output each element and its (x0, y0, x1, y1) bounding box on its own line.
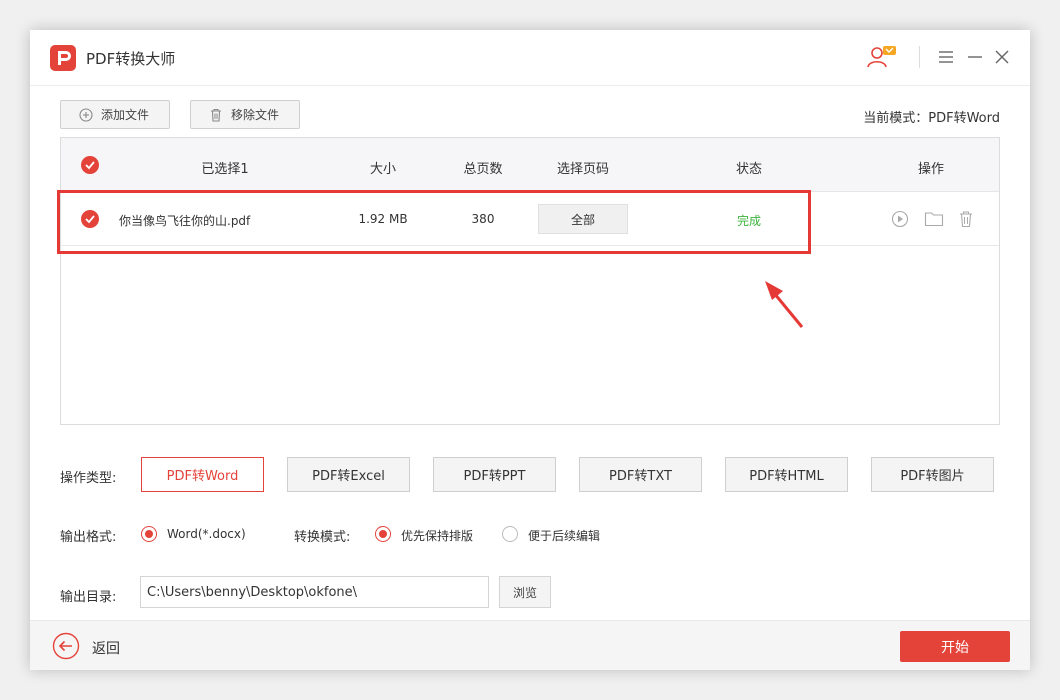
type-pdf-to-word-button[interactable]: PDF转Word (141, 457, 264, 492)
header-page-select: 选择页码 (556, 162, 610, 177)
app-title: PDF转换大师 (86, 50, 176, 68)
close-icon[interactable] (995, 50, 1009, 68)
header-pages: 总页数 (463, 162, 503, 177)
trash-icon[interactable] (958, 210, 974, 232)
remove-file-label: 移除文件 (231, 108, 280, 122)
output-dir-input[interactable] (140, 576, 489, 608)
play-icon[interactable] (891, 210, 909, 232)
format-docx-radio[interactable] (141, 526, 157, 542)
table-header: 已选择1 大小 总页数 选择页码 状态 操作 (61, 138, 999, 192)
type-pdf-to-txt-button[interactable]: PDF转TXT (579, 457, 702, 492)
remove-file-button[interactable]: 移除文件 (190, 100, 300, 129)
user-badge-icon[interactable] (864, 43, 900, 75)
header-status: 状态 (735, 162, 763, 177)
file-table: 已选择1 大小 总页数 选择页码 状态 操作 你当像鸟飞往你的山.pdf 1.9… (60, 137, 1000, 425)
convert-mode-label: 转换模式: (294, 530, 351, 545)
header-actions: 操作 (917, 162, 945, 177)
add-file-label: 添加文件 (101, 108, 150, 122)
add-file-button[interactable]: 添加文件 (60, 100, 170, 129)
titlebar: PDF转换大师 (30, 30, 1030, 86)
output-dir-label: 输出目录: (60, 590, 117, 605)
type-pdf-to-ppt-button[interactable]: PDF转PPT (433, 457, 556, 492)
add-circle-icon (79, 107, 93, 122)
header-selected: 已选择1 (201, 162, 249, 177)
menu-icon[interactable] (938, 50, 954, 68)
pdf-logo-icon (50, 45, 76, 71)
mode-keep-layout-radio[interactable] (375, 526, 391, 542)
mode-keep-layout-label: 优先保持排版 (401, 529, 474, 543)
folder-icon[interactable] (924, 210, 944, 232)
footer-bar: 返回 开始 (30, 620, 1030, 670)
annotation-arrow-icon (765, 281, 804, 328)
browse-button[interactable]: 浏览 (499, 576, 551, 608)
header-size: 大小 (369, 162, 397, 177)
app-window: PDF转换大师 添加文件 移除文件 当前模式：PDF转Word 已选择1 大小 … (30, 30, 1030, 670)
type-pdf-to-excel-button[interactable]: PDF转Excel (287, 457, 410, 492)
back-arrow-icon[interactable] (52, 632, 80, 664)
mode-editable-label: 便于后续编辑 (528, 529, 601, 543)
titlebar-divider (919, 46, 920, 68)
output-format-label: 输出格式: (60, 530, 117, 545)
mode-editable-radio[interactable] (502, 526, 518, 542)
type-pdf-to-html-button[interactable]: PDF转HTML (725, 457, 848, 492)
trash-icon (211, 108, 221, 122)
format-docx-label: Word(*.docx) (167, 527, 246, 541)
minimize-icon[interactable] (967, 50, 983, 68)
operation-type-label: 操作类型: (60, 471, 117, 486)
type-pdf-to-image-button[interactable]: PDF转图片 (871, 457, 994, 492)
back-button[interactable]: 返回 (92, 638, 120, 658)
current-mode-label: 当前模式：PDF转Word (863, 111, 1000, 126)
highlight-box (57, 190, 811, 254)
select-all-checkbox[interactable] (81, 156, 99, 174)
start-button[interactable]: 开始 (900, 631, 1010, 662)
